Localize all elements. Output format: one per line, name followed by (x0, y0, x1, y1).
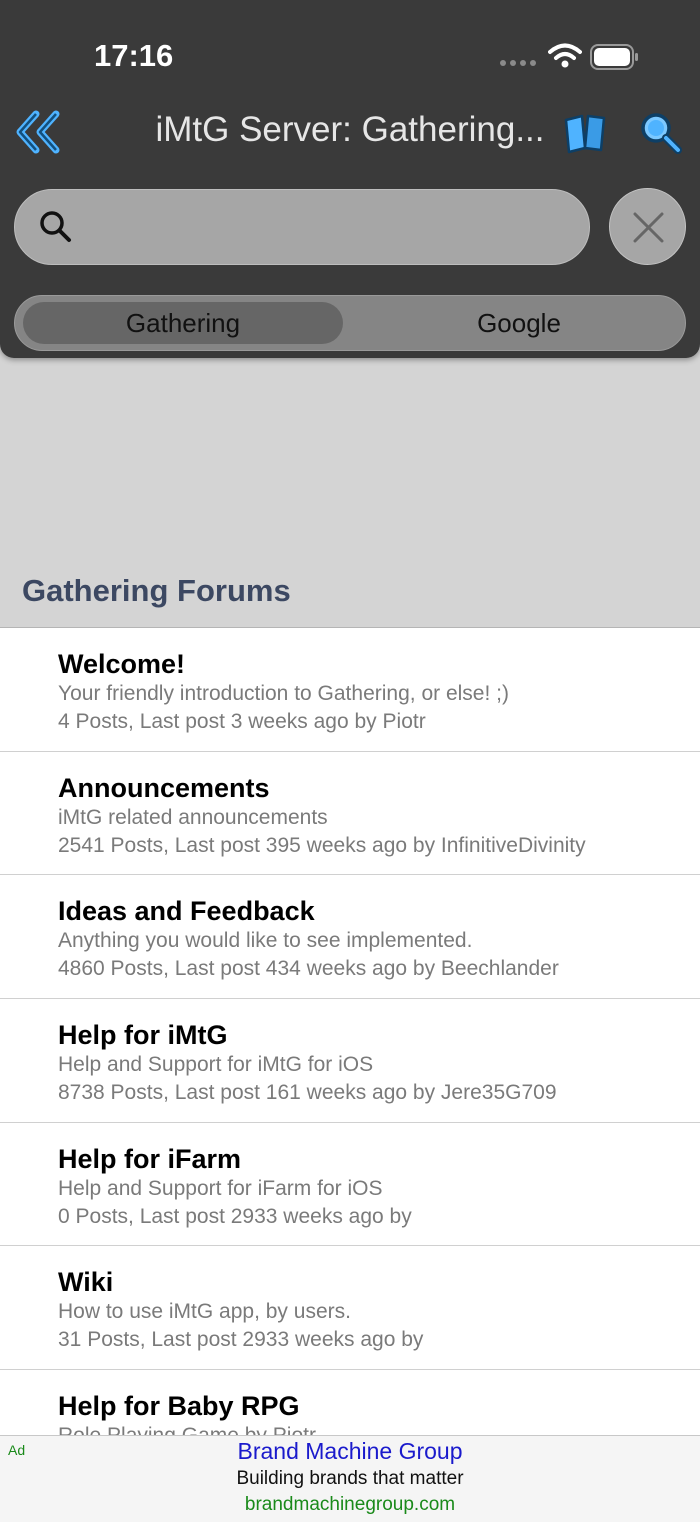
forum-row[interactable]: Wiki How to use iMtG app, by users. 31 P… (0, 1246, 700, 1371)
ad-url[interactable]: brandmachinegroup.com (0, 1494, 700, 1516)
forum-row[interactable]: Help for Baby RPG Role Playing Game by P… (0, 1370, 700, 1435)
battery-icon (590, 44, 638, 70)
search-button[interactable] (638, 110, 684, 156)
chevron-double-left-icon (16, 110, 60, 154)
forum-meta: 4 Posts, Last post 3 weeks ago by Piotr (58, 710, 426, 733)
forum-title: Welcome! (58, 649, 186, 679)
ad-banner[interactable]: Ad Brand Machine Group Building brands t… (0, 1435, 700, 1522)
forum-title: Announcements (58, 772, 270, 803)
forum-meta: 31 Posts, Last post 2933 weeks ago by (58, 1328, 424, 1352)
forum-meta: 2541 Posts, Last post 395 weeks ago by I… (58, 833, 586, 857)
forum-title: Help for iMtG (58, 1020, 228, 1051)
ad-title[interactable]: Brand Machine Group (0, 1438, 700, 1465)
forum-row[interactable]: Announcements iMtG related announcements… (0, 752, 700, 876)
forum-row[interactable]: Welcome! Your friendly introduction to G… (0, 628, 700, 752)
magnifier-icon (40, 211, 71, 242)
forum-description: How to use iMtG app, by users. (58, 1300, 351, 1324)
wifi-icon (548, 43, 582, 68)
top-bar: 17:16 iMtG Server: Gathering... Gatherin… (0, 0, 700, 358)
nav-title: iMtG Server: Gathering... (155, 110, 545, 149)
forum-description: Help and Support for iMtG for iOS (58, 1053, 374, 1077)
back-button[interactable] (14, 108, 64, 156)
segment-google[interactable]: Google (359, 302, 679, 344)
forum-row[interactable]: Help for iMtG Help and Support for iMtG … (0, 999, 700, 1123)
forum-row[interactable]: Help for iFarm Help and Support for iFar… (0, 1123, 700, 1247)
forum-title: Help for iFarm (58, 1143, 242, 1174)
bookmarks-button[interactable] (562, 110, 608, 156)
section-header: Gathering Forums (22, 573, 291, 608)
book-icon (564, 114, 606, 154)
search-input[interactable] (93, 204, 573, 252)
forum-row[interactable]: Ideas and Feedback Anything you would li… (0, 875, 700, 1000)
forum-meta: 4860 Posts, Last post 434 weeks ago by B… (58, 957, 559, 981)
forum-title: Ideas and Feedback (58, 896, 315, 927)
forum-description: Role Playing Game by Piotr (58, 1422, 700, 1435)
forum-meta: 0 Posts, Last post 2933 weeks ago by (58, 1204, 412, 1228)
search-icon (641, 113, 682, 154)
clear-search-button[interactable] (609, 188, 686, 265)
search-field[interactable] (14, 189, 590, 265)
forum-list: Welcome! Your friendly introduction to G… (0, 627, 700, 1435)
ad-description: Building brands that matter (236, 1468, 464, 1489)
close-icon (633, 212, 664, 243)
search-scope-control: Gathering Google (14, 295, 686, 351)
forum-title: Wiki (58, 1267, 114, 1298)
forum-description: Anything you would like to see implement… (58, 929, 473, 953)
forum-title: Help for Baby RPG (58, 1391, 300, 1422)
forum-description: Help and Support for iFarm for iOS (58, 1176, 383, 1200)
status-time: 17:16 (94, 38, 174, 73)
forum-description: iMtG related announcements (58, 805, 328, 829)
cellular-signal-icon (500, 60, 536, 66)
segment-gathering[interactable]: Gathering (23, 302, 343, 344)
forum-description: Your friendly introduction to Gathering,… (58, 682, 509, 705)
forum-meta: 8738 Posts, Last post 161 weeks ago by J… (58, 1081, 557, 1105)
